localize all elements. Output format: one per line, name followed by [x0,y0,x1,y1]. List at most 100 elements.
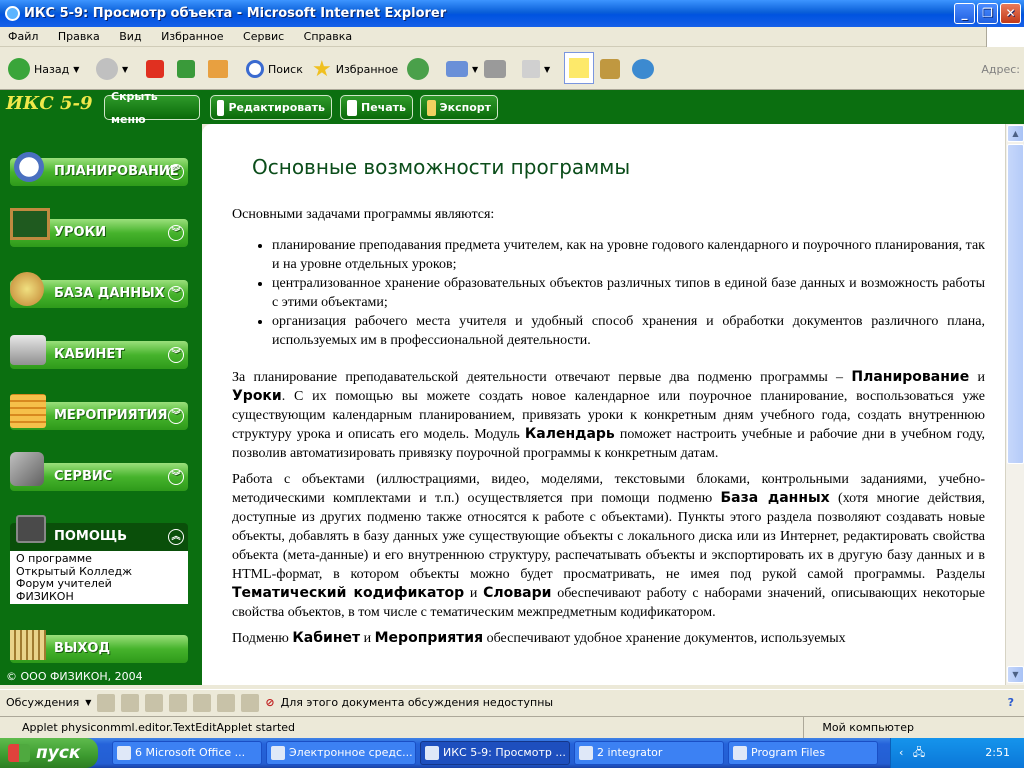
help-item-physicon[interactable]: ФИЗИКОН [16,590,182,604]
mail-button[interactable]: ▼ [446,56,478,82]
refresh-button[interactable] [177,56,195,82]
help-icon[interactable]: ? [1008,696,1014,709]
stop-button[interactable] [146,56,164,82]
favorites-button[interactable]: ★ Избранное [312,56,398,82]
task-list: планирование преподавания предмета учите… [272,236,985,350]
sticky-note-icon [569,58,589,78]
chevron-down-icon[interactable]: ︾ [168,225,184,241]
discussion-tool-icon[interactable] [217,693,236,712]
task-electronic[interactable]: Электронное средс... [266,741,416,765]
home-button[interactable] [208,56,228,82]
start-button[interactable]: пуск [0,738,98,768]
notes-button[interactable] [564,52,594,84]
chevron-down-icon[interactable]: ︾ [168,347,184,363]
maximize-button[interactable]: ❐ [977,3,998,24]
chevron-down-icon[interactable]: ︾ [168,469,184,485]
list-item: централизованное хранение образовательны… [272,274,985,312]
research-icon [600,59,620,79]
window-titlebar[interactable]: ИКС 5-9: Просмотр объекта - Microsoft In… [0,0,1024,27]
chevron-down-icon[interactable]: ︾ [168,408,184,424]
paragraph-planning: За планирование преподавательской деятел… [232,369,986,461]
scroll-up-arrow-icon[interactable]: ▲ [1007,125,1024,142]
task-integrator[interactable]: 2 integrator [574,741,724,765]
status-text: Applet physiconmml.editor.TextEditApplet… [22,721,296,734]
list-item: организация рабочего места учителя и удо… [272,312,985,350]
minimize-button[interactable]: _ [954,3,975,24]
term-events: Мероприятия [374,630,484,646]
close-button[interactable]: ✕ [1000,3,1021,24]
taskbar: пуск 6 Microsoft Office ... Электронное … [0,738,1024,768]
no-entry-icon: ⊘ [265,696,275,709]
messenger-button[interactable] [632,56,654,82]
intro-text: Основными задачами программы являются: [232,207,495,222]
vertical-scrollbar[interactable]: ▲ ▼ [1005,124,1024,685]
back-arrow-icon [8,58,30,80]
clock[interactable]: 2:51 [985,738,1010,768]
search-button[interactable]: Поиск [246,56,303,82]
paragraph-objects: Работа с объектами (иллюстрациями, видео… [232,472,986,620]
scroll-thumb[interactable] [1007,144,1024,464]
hide-menu-button[interactable]: Скрыть меню [104,90,200,126]
discussion-tool-icon[interactable] [121,693,140,712]
task-iks[interactable]: ИКС 5-9: Просмотр ... [420,741,570,765]
history-icon [407,58,429,80]
discussion-tool-icon[interactable] [97,693,116,712]
term-lessons: Уроки [232,388,282,404]
discussion-tool-icon[interactable] [169,693,188,712]
help-item-teachers-forum[interactable]: Форум учителей [16,577,182,591]
menu-help[interactable]: Справка [296,27,360,47]
system-tray: ‹ 🖧 2:51 [890,738,1024,768]
print-button[interactable] [484,56,506,82]
calendar-icon [10,394,46,428]
app-logo: ИКС 5-9 [6,93,93,114]
window-title: ИКС 5-9: Просмотр объекта - Microsoft In… [24,6,447,21]
forward-button[interactable]: ▼ [96,56,128,82]
task-word[interactable]: 6 Microsoft Office ... [112,741,262,765]
discussion-tool-icon[interactable] [241,693,260,712]
menu-edit[interactable]: Правка [50,27,108,47]
refresh-icon [177,60,195,78]
chevron-down-icon[interactable]: ︾ [168,164,184,180]
desk-lamp-icon [10,335,46,365]
printer-icon [484,60,506,78]
search-icon [246,60,264,78]
menu-favorites[interactable]: Избранное [153,27,231,47]
history-button[interactable] [407,56,429,82]
menu-file[interactable]: Файл [0,27,46,47]
discussion-tool-icon[interactable] [193,693,212,712]
stop-icon [146,60,164,78]
export-button[interactable]: Экспорт [420,95,498,120]
edit-icon [217,99,225,116]
edit-page-button[interactable]: ▼ [522,56,550,82]
home-icon [208,60,228,78]
edit-button[interactable]: Редактировать [210,95,332,120]
menu-tools[interactable]: Сервис [235,27,292,47]
term-cabinet: Кабинет [292,630,361,646]
help-list: О программе Открытый Колледж Форум учите… [10,551,188,604]
discussions-menu[interactable]: Обсуждения [6,696,79,709]
tray-icon[interactable]: ‹ [899,746,903,759]
task-program-files[interactable]: Program Files [728,741,878,765]
ie-icon [5,6,20,21]
discussion-tool-icon[interactable] [145,693,164,712]
network-icon[interactable]: 🖧 [913,746,925,759]
edit-page-icon [522,60,540,78]
clock-icon [14,152,44,182]
chevron-down-icon[interactable]: ︾ [168,286,184,302]
copyright: © ООО ФИЗИКОН, 2004 [6,670,143,683]
research-button[interactable] [600,56,620,82]
term-calendar: Календарь [524,426,615,442]
mail-icon [446,61,468,77]
address-label: Адрес: [981,63,1020,76]
back-button[interactable]: Назад ▼ [8,56,79,82]
app-print-button[interactable]: Печать [340,95,413,120]
menu-bar: Файл Правка Вид Избранное Сервис Справка [0,27,1024,47]
chevron-up-icon[interactable]: ︽ [168,529,184,545]
scroll-down-arrow-icon[interactable]: ▼ [1007,666,1024,683]
help-item-about[interactable]: О программе [16,552,182,566]
export-icon [427,99,436,116]
term-database: База данных [720,490,830,506]
wrench-icon [10,452,44,486]
menu-view[interactable]: Вид [111,27,149,47]
discussion-status: Для этого документа обсуждения недоступн… [280,696,554,709]
